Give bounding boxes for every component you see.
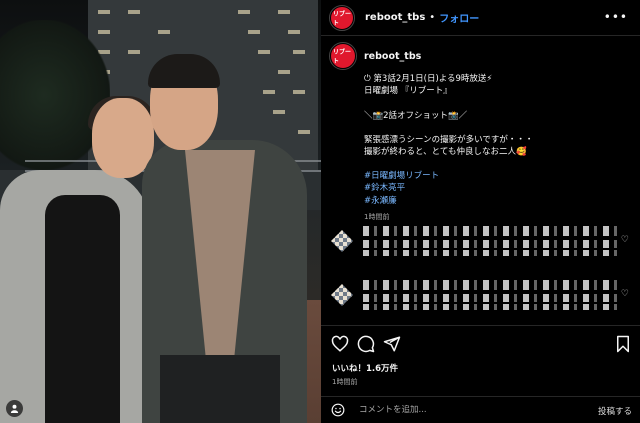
person-left-face (92, 98, 154, 178)
user-icon-glyph (10, 404, 19, 413)
comment-text-pixelated (363, 280, 618, 314)
caption-block: リブート reboot_tbs ⏻ 第3話2月1日(日)よる9時放送⚡ 日曜劇場… (329, 42, 631, 223)
more-horizontal-icon[interactable]: ••• (604, 10, 628, 24)
post-side-panel: リブート reboot_tbs • フォロー ••• リブート reboot_t… (321, 0, 640, 423)
hashtag-link[interactable]: #鈴木亮平 (364, 182, 533, 194)
comment-text-pixelated (363, 226, 618, 260)
share-icon[interactable] (383, 335, 401, 353)
comment-icon[interactable] (357, 335, 375, 353)
caption-line: 撮影が終わると、とても仲良しなお二人🥰 (364, 147, 527, 158)
person-right-pants (160, 355, 280, 423)
user-icon[interactable] (6, 400, 23, 417)
hashtag-link[interactable]: #日曜劇場リブート (364, 170, 533, 182)
hashtag-link[interactable]: #永瀬廉 (364, 195, 533, 207)
caption-avatar[interactable]: リブート (329, 42, 357, 70)
post-header: リブート reboot_tbs • フォロー ••• (321, 0, 640, 36)
comment-input[interactable] (359, 405, 579, 415)
header-username[interactable]: reboot_tbs (365, 12, 425, 23)
action-bar (321, 325, 640, 359)
bookmark-icon[interactable] (614, 335, 632, 353)
caption-line: 日曜劇場 『リブート』 (364, 86, 452, 97)
avatar-logo-text: リブート (333, 10, 352, 27)
heart-icon[interactable]: ♡ (621, 235, 629, 245)
heart-icon[interactable]: ♡ (621, 289, 629, 299)
likes-count[interactable]: いいね！1.6万件 (332, 362, 398, 374)
comment-item: ♡ (331, 280, 631, 314)
post-photo[interactable] (0, 0, 321, 423)
comment-avatar[interactable] (331, 230, 353, 252)
comment-item: ♡ (331, 226, 631, 260)
person-left-shirt (45, 195, 120, 423)
heart-icon[interactable] (331, 335, 349, 353)
comment-avatar[interactable] (331, 284, 353, 306)
account-avatar[interactable]: リブート (329, 4, 355, 31)
caption-line: 緊張感漂うシーンの撮影が多いですが・・・ (364, 134, 534, 145)
post-timestamp: 1時間前 (332, 378, 358, 386)
avatar-logo-text: リブート (333, 49, 352, 65)
post-comment-button[interactable]: 投稿する (598, 405, 632, 417)
add-comment-bar: 投稿する (321, 396, 640, 423)
emoji-icon[interactable] (331, 403, 345, 417)
caption-line: ⏻ 第3話2月1日(日)よる9時放送⚡ (364, 74, 493, 85)
follow-button[interactable]: フォロー (439, 10, 479, 25)
caption-timestamp: 1時間前 (364, 212, 390, 221)
caption-line: ＼📸2話オフショット📸／ (364, 110, 468, 121)
caption-username[interactable]: reboot_tbs (364, 51, 533, 63)
header-separator: • (429, 12, 436, 23)
